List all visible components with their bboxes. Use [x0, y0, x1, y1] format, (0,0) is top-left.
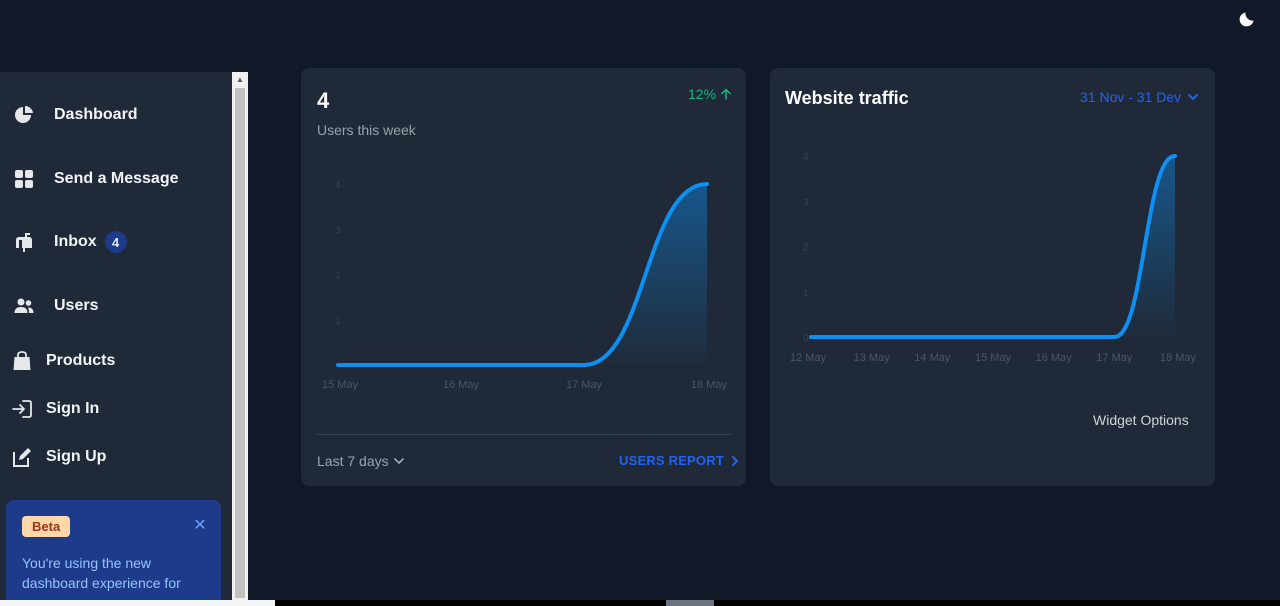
- y-tick-label: 2: [803, 243, 809, 254]
- grid-icon: [12, 167, 36, 191]
- sidebar-item-label: Users: [54, 297, 99, 314]
- x-tick-label: 17 May: [1096, 352, 1133, 364]
- series-area: [811, 156, 1175, 337]
- change-indicator: 12%: [688, 86, 732, 102]
- y-tick-label: 4: [803, 152, 809, 163]
- series-area: [338, 184, 707, 365]
- date-range-label: 31 Nov - 31 Dev: [1080, 89, 1182, 105]
- y-tick-label: 1: [803, 288, 809, 299]
- x-tick-label: 13 May: [854, 352, 891, 364]
- x-tick-label: 16 May: [443, 379, 480, 391]
- widget-options-button[interactable]: Widget Options: [1093, 412, 1189, 428]
- sidebar-item-inbox[interactable]: Inbox 4: [0, 224, 232, 260]
- sidebar-item-label: Sign Up: [46, 448, 107, 465]
- range-dropdown[interactable]: Last 7 days: [317, 453, 405, 469]
- beta-badge: Beta: [22, 516, 71, 537]
- sidebar-item-sign-up[interactable]: Sign Up: [0, 439, 232, 475]
- change-value: 12%: [688, 86, 717, 102]
- x-tick-label: 18 May: [691, 379, 728, 391]
- range-label: Last 7 days: [317, 453, 389, 469]
- sidebar-item-users[interactable]: Users: [0, 288, 232, 324]
- sidebar-item-label: Send a Message: [54, 170, 179, 187]
- pie-chart-icon: [12, 103, 36, 127]
- inbox-count-badge: 4: [104, 231, 127, 253]
- y-tick-label: 3: [335, 225, 341, 236]
- moon-icon[interactable]: [1238, 8, 1258, 28]
- traffic-title: Website traffic: [785, 88, 909, 108]
- x-tick-label: 18 May: [1160, 352, 1197, 364]
- top-bar: [0, 0, 1280, 60]
- users-card: 4 Users this week 12% 1 2 3 4 15 May 16 May 17…: [301, 68, 746, 486]
- sidebar-scrollbar[interactable]: ▲: [232, 72, 248, 600]
- x-tick-label: 15 May: [322, 379, 359, 391]
- users-icon: [12, 294, 36, 318]
- y-tick-label: 0: [803, 333, 809, 344]
- users-chart: 1 2 3 4 15 May 16 May 17 May 18 May: [322, 180, 728, 391]
- arrow-up-icon: [721, 88, 731, 100]
- date-range-dropdown[interactable]: 31 Nov - 31 Dev: [1080, 89, 1199, 105]
- x-tick-label: 16 May: [1036, 352, 1073, 364]
- chevron-down-icon: [1188, 94, 1199, 101]
- close-icon[interactable]: ✕: [192, 518, 208, 534]
- sidebar-item-label: Inbox: [54, 233, 97, 250]
- x-tick-label: 15 May: [975, 352, 1012, 364]
- users-report-label: USERS REPORT: [619, 453, 724, 468]
- sidebar-item-sign-in[interactable]: Sign In: [0, 391, 232, 427]
- sidebar-item-dashboard[interactable]: Dashboard: [0, 97, 232, 133]
- y-tick-label: 4: [335, 180, 341, 191]
- x-tick-label: 17 May: [566, 379, 603, 391]
- series-line: [809, 154, 1177, 339]
- y-tick-label: 2: [335, 271, 341, 282]
- x-tick-label: 12 May: [790, 352, 827, 364]
- scrollbar-thumb[interactable]: [235, 88, 245, 598]
- traffic-chart: 0 1 2 3 4 12 May 13 May 14 May 15 May 16 May 17 Ma…: [790, 152, 1197, 364]
- users-count: 4: [317, 88, 330, 113]
- edit-icon: [10, 445, 34, 469]
- traffic-card: Website traffic 31 Nov - 31 Dev 0 1 2 3 4 12 …: [770, 68, 1215, 486]
- scroll-up-arrow-icon[interactable]: ▲: [232, 72, 248, 86]
- users-report-link[interactable]: USERS REPORT: [619, 453, 740, 468]
- mailbox-icon: [12, 230, 36, 254]
- sidebar-item-label: Sign In: [46, 400, 100, 417]
- bottom-strip: [0, 600, 1280, 606]
- sidebar-item-label: Dashboard: [54, 106, 138, 123]
- shopping-bag-icon: [10, 349, 34, 373]
- beta-notice: Beta ✕ You're using the new dashboard ex…: [6, 500, 221, 606]
- x-tick-label: 14 May: [914, 352, 951, 364]
- sidebar-item-label: Products: [46, 352, 116, 369]
- y-tick-label: 1: [335, 316, 341, 327]
- beta-text: You're using the new dashboard experienc…: [22, 555, 181, 591]
- divider: [317, 434, 731, 435]
- chevron-down-icon: [393, 458, 404, 465]
- chevron-right-icon: [731, 455, 739, 466]
- users-subtitle: Users this week: [317, 122, 416, 138]
- sidebar-item-send-message[interactable]: Send a Message: [0, 161, 232, 197]
- sign-in-icon: [10, 397, 34, 421]
- sidebar-item-products[interactable]: Products: [0, 343, 232, 379]
- y-tick-label: 3: [803, 197, 809, 208]
